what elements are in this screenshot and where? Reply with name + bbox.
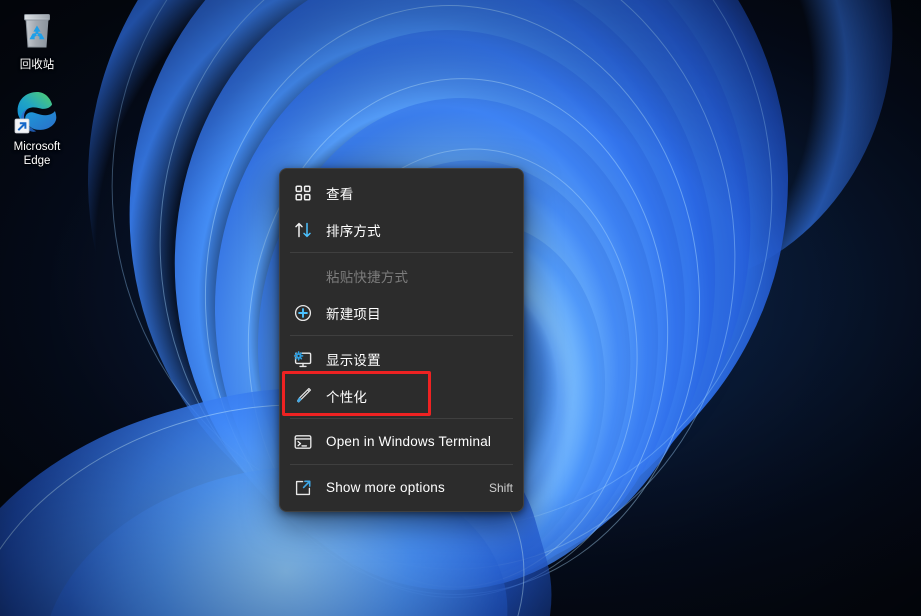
context-menu-item-label: 个性化	[326, 389, 368, 405]
display-settings-icon	[292, 348, 314, 370]
desktop-context-menu[interactable]: 查看 排序方式 粘贴快捷方式 新建项目 显示设置 个性化 Open in Win…	[279, 168, 524, 512]
context-menu-item-view[interactable]: 查看	[280, 174, 523, 211]
sort-arrows-icon	[292, 219, 314, 241]
context-menu-separator	[290, 252, 513, 253]
desktop-icon-microsoft-edge[interactable]: Microsoft Edge	[0, 88, 74, 168]
context-menu-item-show-more-options[interactable]: Show more options Shift	[280, 469, 523, 506]
empty-icon-slot	[292, 265, 314, 287]
microsoft-edge-icon	[13, 88, 61, 136]
context-menu-item-personalize[interactable]: 个性化	[280, 377, 523, 414]
context-menu-item-display-settings[interactable]: 显示设置	[280, 340, 523, 377]
new-item-plus-icon	[292, 302, 314, 324]
show-more-options-icon	[292, 477, 314, 499]
context-menu-item-label: Open in Windows Terminal	[326, 434, 492, 449]
context-menu-item-paste-shortcut: 粘贴快捷方式	[280, 257, 523, 294]
context-menu-item-label: 新建项目	[326, 306, 381, 322]
context-menu-item-open-in-windows-terminal[interactable]: Open in Windows Terminal	[280, 423, 523, 460]
context-menu-item-accelerator: Shift	[488, 480, 513, 495]
context-menu-separator	[290, 418, 513, 419]
desktop-icon-label: Microsoft Edge	[13, 141, 61, 167]
recycle-bin-icon	[13, 6, 61, 54]
personalize-brush-icon	[292, 385, 314, 407]
terminal-icon	[292, 431, 314, 453]
desktop-icon-recycle-bin[interactable]: 回收站	[0, 6, 74, 72]
context-menu-item-new[interactable]: 新建项目	[280, 294, 523, 331]
context-menu-item-label: 排序方式	[326, 223, 381, 239]
view-grid-icon	[292, 182, 314, 204]
context-menu-item-label: 粘贴快捷方式	[326, 269, 409, 285]
desktop-icon-label: 回收站	[19, 59, 55, 71]
context-menu-item-label: 显示设置	[326, 352, 381, 368]
context-menu-item-label: 查看	[326, 186, 354, 202]
context-menu-separator	[290, 335, 513, 336]
context-menu-item-label: Show more options	[326, 480, 445, 495]
context-menu-item-sort-by[interactable]: 排序方式	[280, 211, 523, 248]
context-menu-separator	[290, 464, 513, 465]
